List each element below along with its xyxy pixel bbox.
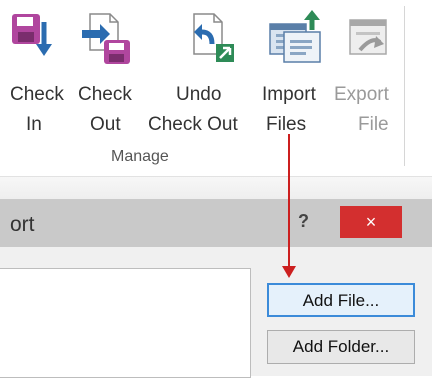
- add-file-button[interactable]: Add File...: [267, 283, 415, 317]
- undo-check-out-label-2: Check Out: [148, 114, 238, 135]
- undo-check-out-button[interactable]: Undo Check Out: [148, 6, 252, 146]
- annotation-arrow-head: [282, 266, 296, 278]
- check-in-button[interactable]: Check In: [6, 6, 70, 146]
- dialog-title: ort: [10, 213, 35, 236]
- check-in-icon: [12, 14, 52, 56]
- check-out-icon: [82, 13, 130, 64]
- add-folder-button[interactable]: Add Folder...: [267, 330, 415, 364]
- export-file-label-1: Export: [334, 84, 389, 105]
- check-in-label-1: Check: [10, 84, 64, 105]
- check-in-label-2: In: [26, 114, 42, 135]
- check-out-label-1: Check: [78, 84, 132, 105]
- dialog-title-bar: ort ? ×: [0, 199, 432, 247]
- check-out-label-2: Out: [90, 114, 121, 135]
- file-list-panel[interactable]: [0, 268, 251, 378]
- export-file-icon: [349, 19, 387, 55]
- import-files-button[interactable]: Import Files: [260, 6, 332, 146]
- ribbon-bottom-bar: [0, 176, 432, 199]
- check-out-button[interactable]: Check Out: [74, 6, 144, 146]
- close-button[interactable]: ×: [340, 206, 402, 238]
- help-button[interactable]: ?: [298, 211, 309, 232]
- group-label-manage: Manage: [111, 148, 169, 165]
- import-files-icon: [269, 10, 321, 63]
- undo-check-out-icon: [193, 13, 234, 62]
- import-files-label-2: Files: [266, 114, 307, 135]
- undo-check-out-label-1: Undo: [176, 84, 222, 105]
- export-file-label-2: File: [358, 114, 389, 135]
- import-files-label-1: Import: [262, 84, 316, 105]
- annotation-arrow-line: [288, 134, 290, 268]
- ribbon-separator: [404, 6, 405, 166]
- ribbon: Check In Check Out Undo Check Out Import…: [0, 0, 432, 176]
- export-file-button: Export File: [334, 6, 402, 146]
